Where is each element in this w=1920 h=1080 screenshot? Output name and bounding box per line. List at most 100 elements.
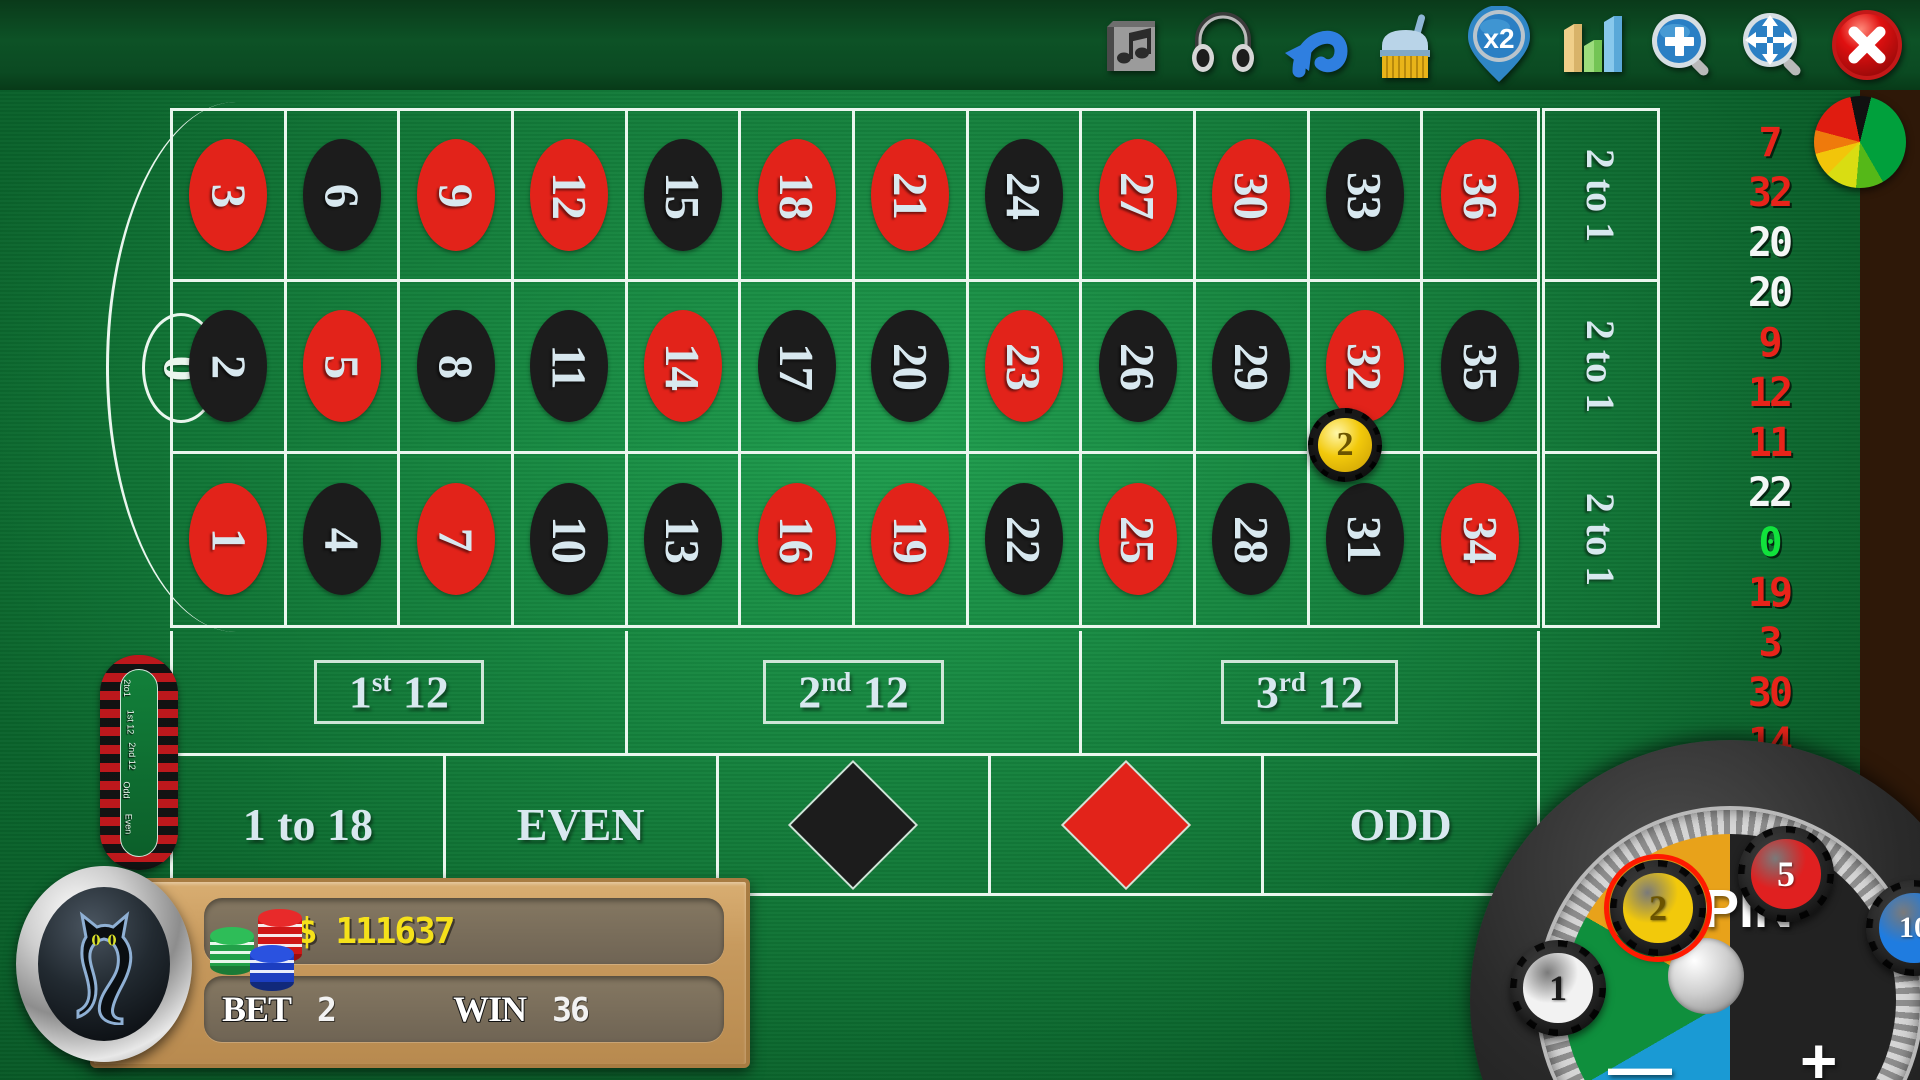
chip-button-2[interactable]: 2 (1604, 854, 1712, 962)
music-icon[interactable] (1088, 2, 1174, 88)
number-oval-26: 26 (1098, 310, 1177, 423)
dozen-bet-2[interactable]: 2nd 12 (628, 631, 1083, 753)
number-oval-1: 1 (189, 483, 268, 596)
bet-cell-35[interactable]: 35 (1423, 282, 1537, 454)
bet-cell-29[interactable]: 29 (1195, 282, 1310, 454)
history-number: 12 (1747, 370, 1793, 416)
column-bet-3[interactable]: 2 to 1 (1545, 454, 1657, 625)
number-oval-31: 31 (1325, 483, 1404, 596)
dozen-bet-1[interactable]: 1st 12 (173, 631, 628, 753)
number-oval-7: 7 (416, 483, 495, 596)
bet-cell-36[interactable]: 36 (1423, 111, 1537, 283)
bet-cell-21[interactable]: 21 (854, 111, 969, 283)
chip-button-5[interactable]: 5 (1738, 826, 1834, 922)
bet-cell-22[interactable]: 22 (969, 453, 1083, 625)
broom-icon[interactable] (1364, 2, 1450, 88)
dozen-suffix: nd (821, 666, 852, 697)
history-number: 32 (1747, 170, 1793, 216)
headphones-icon[interactable] (1180, 2, 1266, 88)
bet-cell-16[interactable]: 16 (741, 453, 855, 625)
mini-wheel-graphic[interactable]: 2to1 1st 12 2nd 12 Odd Even (100, 655, 178, 870)
outside-bet-black[interactable] (719, 756, 992, 893)
history-number: 22 (1747, 470, 1793, 516)
bet-cell-19[interactable]: 19 (855, 453, 969, 625)
bet-cell-23[interactable]: 23 (968, 282, 1083, 454)
number-label: 8 (428, 354, 484, 379)
number-oval-36: 36 (1441, 139, 1520, 252)
history-number: 11 (1747, 420, 1793, 466)
number-oval-21: 21 (871, 139, 950, 252)
history-number: 30 (1747, 670, 1793, 716)
bet-cell-30[interactable]: 30 (1195, 111, 1310, 283)
bet-cell-25[interactable]: 25 (1082, 453, 1196, 625)
toolbar-button-group: x2 (1088, 0, 1910, 90)
history-number: 7 (1758, 120, 1782, 166)
mini-wheel-label: 2to1 (121, 679, 132, 697)
number-oval-11: 11 (530, 310, 609, 423)
outside-bets: 1 to 18 EVEN ODD (170, 756, 1540, 896)
bet-cell-15[interactable]: 15 (627, 111, 742, 283)
number-oval-4: 4 (302, 483, 381, 596)
increase-bet-button[interactable]: + (1800, 1024, 1837, 1080)
bet-cell-27[interactable]: 27 (1082, 111, 1196, 283)
bet-cell-6[interactable]: 6 (286, 111, 401, 283)
number-label: 14 (655, 342, 711, 390)
double-x2-icon[interactable]: x2 (1456, 2, 1542, 88)
bet-cell-7[interactable]: 7 (400, 453, 514, 625)
outside-bet-1-to-18[interactable]: 1 to 18 (173, 756, 446, 893)
placed-chip-on-32[interactable]: 2 (1308, 408, 1382, 482)
chip-button-1[interactable]: 1 (1510, 940, 1606, 1036)
number-oval-15: 15 (643, 139, 722, 252)
bet-cell-4[interactable]: 4 (287, 453, 401, 625)
close-icon[interactable] (1824, 2, 1910, 88)
bet-cell-3[interactable]: 3 (173, 111, 287, 283)
number-label: 6 (314, 183, 370, 207)
spinner-ring: SPIN — + (1540, 810, 1920, 1080)
outside-bet-red[interactable] (991, 756, 1265, 893)
zoom-in-icon[interactable] (1640, 2, 1726, 88)
bet-cell-5[interactable]: 5 (286, 282, 401, 454)
color-wheel-indicator[interactable] (1814, 96, 1906, 188)
bet-cell-33[interactable]: 33 (1309, 111, 1424, 283)
number-oval-3: 3 (189, 139, 268, 252)
bet-cell-14[interactable]: 14 (627, 282, 742, 454)
bet-cell-17[interactable]: 17 (741, 282, 855, 454)
column-bet-1[interactable]: 2 to 1 (1545, 111, 1657, 283)
dozen-count: 12 (1317, 666, 1364, 718)
betting-table: 0 3 6 9 12 15 18 21 24 27 30 33 36 2 5 8 11 14 17 20 23 26 29… (106, 102, 1698, 908)
number-label: 19 (882, 515, 938, 563)
bet-cell-12[interactable]: 12 (513, 111, 628, 283)
bet-cell-18[interactable]: 18 (741, 111, 855, 283)
bet-cell-24[interactable]: 24 (968, 111, 1083, 283)
dozen-bet-3[interactable]: 3rd 12 (1082, 631, 1537, 753)
bet-cell-11[interactable]: 11 (513, 282, 628, 454)
number-label: 24 (996, 171, 1052, 219)
number-oval-32: 32 (1325, 310, 1404, 423)
bet-cell-28[interactable]: 28 (1196, 453, 1310, 625)
bet-cell-2[interactable]: 2 (173, 282, 287, 454)
black-cat-logo[interactable] (16, 866, 192, 1062)
decrease-bet-button[interactable]: — (1608, 1030, 1672, 1080)
diamond-red-icon (1061, 759, 1192, 890)
bar-chart-icon[interactable] (1548, 2, 1634, 88)
outside-bet-even[interactable]: EVEN (446, 756, 719, 893)
bet-cell-31[interactable]: 31 (1310, 453, 1424, 625)
bet-cell-26[interactable]: 26 (1082, 282, 1196, 454)
dozen-ordinal: 1 (348, 666, 372, 718)
bet-cell-1[interactable]: 1 (173, 453, 287, 625)
bet-cell-13[interactable]: 13 (628, 453, 742, 625)
number-label: 15 (655, 171, 711, 219)
undo-arrow-icon[interactable] (1272, 2, 1358, 88)
bet-cell-8[interactable]: 8 (400, 282, 514, 454)
bet-cell-20[interactable]: 20 (854, 282, 969, 454)
column-bet-label: 2 to 1 (1578, 492, 1624, 586)
move-icon[interactable] (1732, 2, 1818, 88)
column-bet-2[interactable]: 2 to 1 (1545, 282, 1657, 454)
number-label: 3 (200, 183, 256, 207)
outside-bet-odd[interactable]: ODD (1264, 756, 1537, 893)
diamond-black-icon (788, 759, 919, 890)
bet-cell-10[interactable]: 10 (514, 453, 628, 625)
history-number: 9 (1758, 320, 1782, 366)
bet-cell-34[interactable]: 34 (1423, 454, 1537, 625)
bet-cell-9[interactable]: 9 (400, 111, 514, 283)
